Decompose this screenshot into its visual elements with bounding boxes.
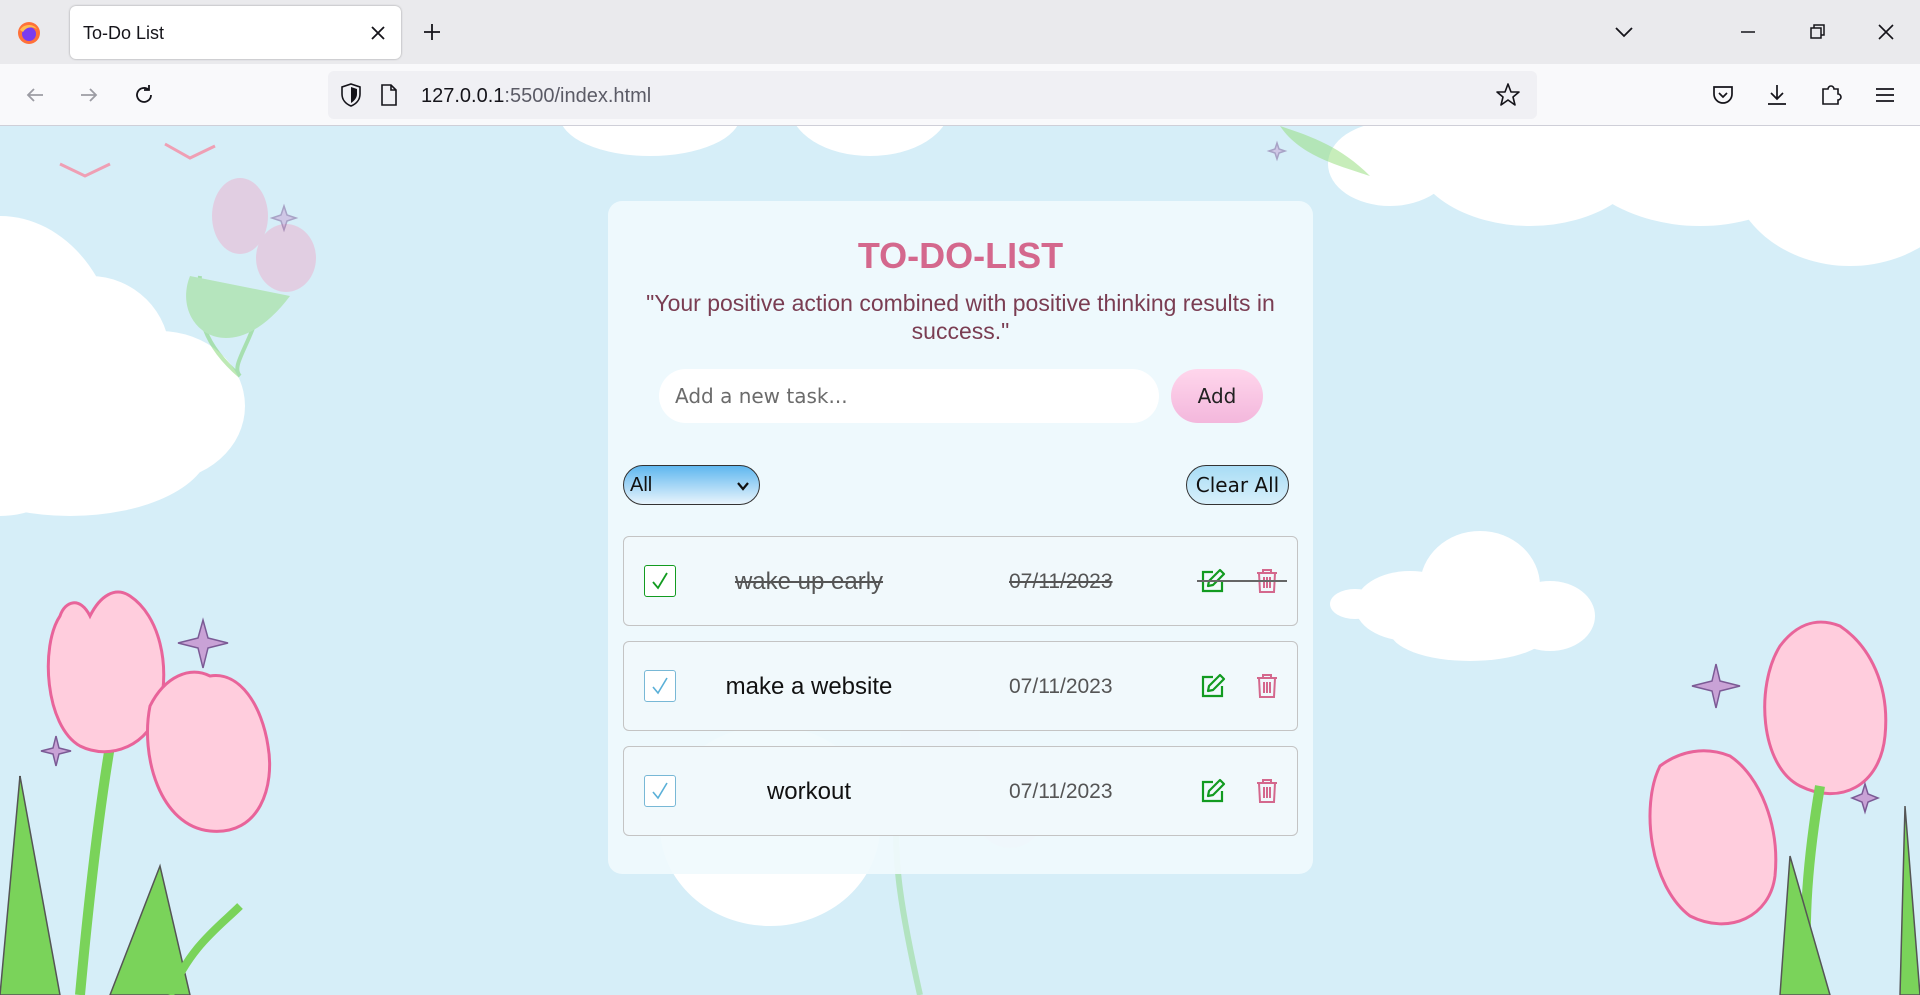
task-text: workout (766, 778, 852, 805)
clear-all-button[interactable]: Clear All (1186, 465, 1289, 505)
menu-icon[interactable] (1871, 81, 1899, 109)
extensions-icon[interactable] (1817, 81, 1845, 109)
url-path: :5500/index.html (504, 85, 652, 107)
edit-icon[interactable] (1199, 777, 1227, 805)
task-checkbox[interactable] (644, 565, 676, 597)
reload-icon[interactable] (130, 81, 158, 109)
task-row: make a website 07/11/2023 (623, 641, 1298, 731)
task-row: workout 07/11/2023 (623, 746, 1298, 836)
page-viewport: TO-DO-LIST "Your positive action combine… (0, 126, 1920, 995)
new-task-input[interactable] (659, 369, 1159, 423)
forward-icon[interactable] (75, 81, 103, 109)
tab-title: To-Do List (83, 23, 165, 43)
firefox-logo-icon[interactable] (17, 21, 41, 45)
navigation-toolbar: 127.0.0.1:5500/index.html (0, 64, 1920, 126)
shield-icon[interactable] (338, 81, 364, 109)
url-host: 127.0.0.1 (421, 85, 505, 107)
task-checkbox[interactable] (644, 670, 676, 702)
filter-select[interactable]: All (623, 465, 760, 505)
chevron-down-icon[interactable] (1610, 18, 1638, 46)
plus-icon[interactable] (420, 20, 444, 44)
chevron-down-icon (737, 482, 749, 491)
tab-todo-list[interactable]: To-Do List (70, 6, 401, 59)
address-bar[interactable]: 127.0.0.1:5500/index.html (328, 71, 1537, 119)
trash-icon[interactable] (1254, 777, 1280, 805)
filter-selected-value: All (630, 474, 653, 496)
actions-strikethrough (1197, 580, 1287, 582)
edit-icon[interactable] (1199, 672, 1227, 700)
url-text[interactable]: 127.0.0.1:5500/index.html (421, 85, 651, 108)
close-window-icon[interactable] (1872, 18, 1900, 46)
task-date: 07/11/2023 (1009, 570, 1113, 593)
check-icon (652, 677, 668, 695)
minimize-icon[interactable] (1734, 18, 1762, 46)
task-checkbox[interactable] (644, 775, 676, 807)
check-icon (652, 782, 668, 800)
close-tab-icon[interactable] (367, 22, 389, 44)
motivational-quote: "Your positive action combined with posi… (646, 290, 1275, 344)
restore-icon[interactable] (1803, 18, 1831, 46)
back-icon[interactable] (21, 81, 49, 109)
download-icon[interactable] (1763, 81, 1791, 109)
pocket-icon[interactable] (1709, 81, 1737, 109)
task-date: 07/11/2023 (1009, 780, 1113, 803)
task-text: make a website (725, 673, 893, 700)
todo-card: TO-DO-LIST "Your positive action combine… (608, 201, 1313, 874)
task-text: wake up early (734, 568, 884, 595)
star-icon[interactable] (1495, 82, 1521, 108)
page-title: TO-DO-LIST (857, 235, 1064, 276)
tab-strip: To-Do List (0, 0, 1920, 64)
page-icon[interactable] (378, 83, 400, 107)
task-row: wake up early 07/11/2023 (623, 536, 1298, 626)
task-date: 07/11/2023 (1009, 675, 1113, 698)
check-icon (652, 572, 668, 590)
trash-icon[interactable] (1254, 672, 1280, 700)
add-task-button[interactable]: Add (1171, 369, 1263, 423)
